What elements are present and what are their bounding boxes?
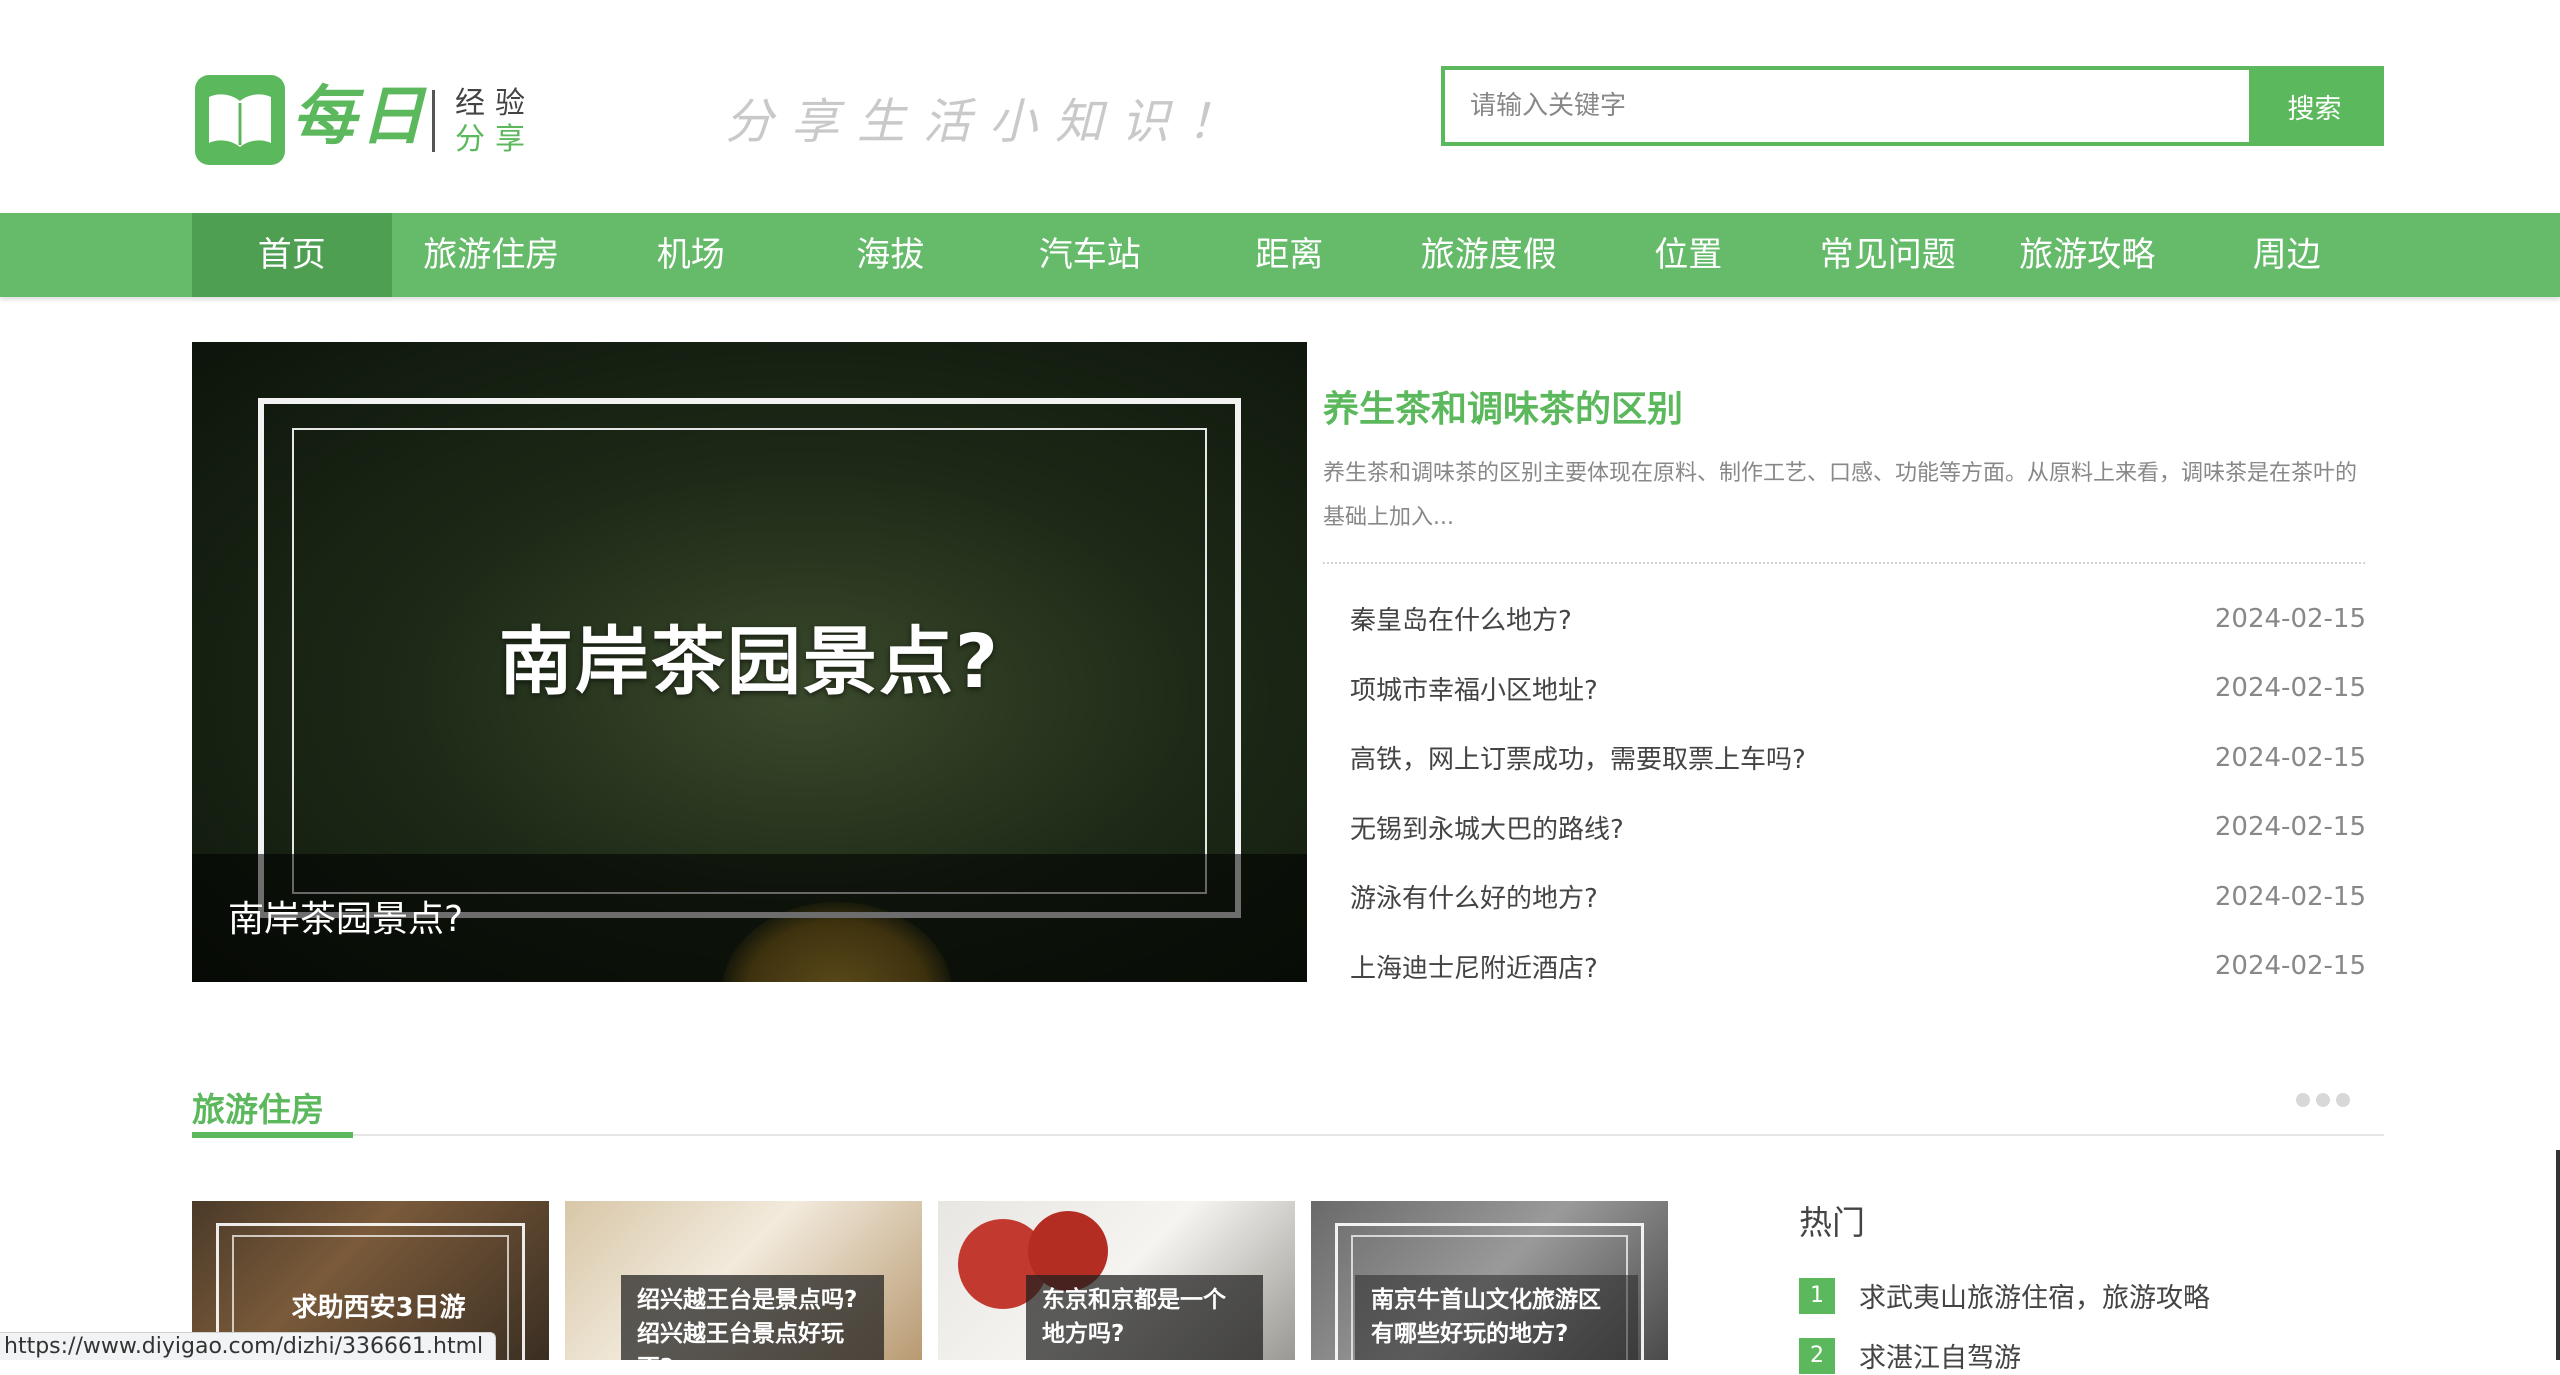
news-title[interactable]: 项城市幸福小区地址? — [1350, 670, 1598, 707]
section-title[interactable]: 旅游住房 — [192, 1083, 324, 1131]
more-icon[interactable] — [2296, 1093, 2350, 1107]
article-card[interactable]: 南京牛首山文化旅游区有哪些好玩的地方? — [1311, 1201, 1668, 1360]
news-date: 2024-02-15 — [2214, 812, 2366, 843]
article-card[interactable]: 东京和京都是一个地方吗? — [938, 1201, 1295, 1360]
nav-item-bus-station[interactable]: 汽车站 — [990, 213, 1190, 297]
hot-list-item[interactable]: 2 求湛江自驾游 — [1799, 1336, 2021, 1375]
card-title[interactable]: 南京牛首山文化旅游区有哪些好玩的地方? — [1355, 1275, 1638, 1360]
nav-item-vacation[interactable]: 旅游度假 — [1389, 213, 1589, 297]
nav-item-home[interactable]: 首页 — [192, 213, 392, 297]
nav-item-distance[interactable]: 距离 — [1190, 213, 1390, 297]
card-title[interactable]: 东京和京都是一个地方吗? — [1026, 1275, 1263, 1360]
news-date: 2024-02-15 — [2214, 881, 2366, 912]
rank-badge: 2 — [1799, 1337, 1835, 1374]
news-title[interactable]: 上海迪士尼附近酒店? — [1350, 948, 1598, 985]
link-status-bar: https://www.diyigao.com/dizhi/336661.htm… — [0, 1332, 497, 1360]
nav-item-nearby[interactable]: 周边 — [2187, 213, 2387, 297]
nav-item-travel-guide[interactable]: 旅游攻略 — [1988, 213, 2188, 297]
news-date: 2024-02-15 — [2214, 742, 2366, 773]
hot-list-title: 热门 — [1799, 1203, 1865, 1242]
news-title[interactable]: 无锡到永城大巴的路线? — [1350, 809, 1624, 846]
main-nav: 首页 旅游住房 机场 海拔 汽车站 距离 旅游度假 位置 常见问题 旅游攻略 周… — [0, 213, 2560, 297]
search-input[interactable] — [1445, 70, 2249, 142]
news-date: 2024-02-15 — [2214, 673, 2366, 704]
list-item[interactable]: 上海迪士尼附近酒店? 2024-02-15 — [1350, 932, 2366, 1002]
hero-image-title: 南岸茶园景点? — [499, 619, 1000, 705]
section-title-underline — [192, 1132, 353, 1138]
site-slogan: 分享生活小知识！ — [725, 94, 1254, 150]
hot-item-title[interactable]: 求湛江自驾游 — [1859, 1336, 2021, 1375]
logo-divider — [432, 90, 435, 152]
nav-item-altitude[interactable]: 海拔 — [791, 213, 991, 297]
divider — [1323, 562, 2365, 564]
news-date: 2024-02-15 — [2214, 951, 2366, 982]
news-title[interactable]: 高铁，网上订票成功，需要取票上车吗? — [1350, 739, 1806, 776]
hot-item-title[interactable]: 求武夷山旅游住宿，旅游攻略 — [1859, 1276, 2210, 1315]
hero-caption[interactable]: 南岸茶园景点? — [228, 890, 463, 942]
nav-item-travel-lodging[interactable]: 旅游住房 — [392, 213, 592, 297]
scrollbar[interactable] — [2556, 1150, 2560, 1360]
list-item[interactable]: 秦皇岛在什么地方? 2024-02-15 — [1350, 584, 2366, 654]
hot-list-item[interactable]: 1 求武夷山旅游住宿，旅游攻略 — [1799, 1276, 2210, 1315]
site-header: 每日 经验 分享 分享生活小知识！ 搜索 — [0, 0, 2560, 213]
list-item[interactable]: 游泳有什么好的地方? 2024-02-15 — [1350, 862, 2366, 932]
rank-badge: 1 — [1799, 1277, 1835, 1314]
news-title[interactable]: 秦皇岛在什么地方? — [1350, 600, 1572, 637]
news-date: 2024-02-15 — [2214, 603, 2366, 634]
nav-item-faq[interactable]: 常见问题 — [1788, 213, 1988, 297]
search-bar: 搜索 — [1441, 66, 2384, 146]
logo-subtitle-bottom: 分享 — [455, 122, 535, 157]
logo-subtitle-top: 经验 — [455, 86, 535, 121]
book-logo-icon[interactable] — [195, 75, 285, 165]
nav-item-airport[interactable]: 机场 — [591, 213, 791, 297]
nav-item-location[interactable]: 位置 — [1589, 213, 1789, 297]
featured-article-title[interactable]: 养生茶和调味茶的区别 — [1323, 380, 1683, 432]
card-title[interactable]: 绍兴越王台是景点吗?绍兴越王台景点好玩不? — [621, 1275, 884, 1360]
news-list: 秦皇岛在什么地方? 2024-02-15 项城市幸福小区地址? 2024-02-… — [1350, 584, 2366, 1001]
featured-article-summary: 养生茶和调味茶的区别主要体现在原料、制作工艺、口感、功能等方面。从原料上来看，调… — [1323, 461, 2358, 530]
logo-wordmark[interactable]: 每日 — [292, 72, 428, 162]
search-button[interactable]: 搜索 — [2249, 70, 2380, 142]
list-item[interactable]: 无锡到永城大巴的路线? 2024-02-15 — [1350, 793, 2366, 863]
hero-slide[interactable]: 南岸茶园景点? 南岸茶园景点? — [192, 342, 1307, 982]
article-card[interactable]: 绍兴越王台是景点吗?绍兴越王台景点好玩不? — [565, 1201, 922, 1360]
list-item[interactable]: 项城市幸福小区地址? 2024-02-15 — [1350, 654, 2366, 724]
list-item[interactable]: 高铁，网上订票成功，需要取票上车吗? 2024-02-15 — [1350, 723, 2366, 793]
section-divider — [192, 1134, 2384, 1136]
news-title[interactable]: 游泳有什么好的地方? — [1350, 878, 1598, 915]
